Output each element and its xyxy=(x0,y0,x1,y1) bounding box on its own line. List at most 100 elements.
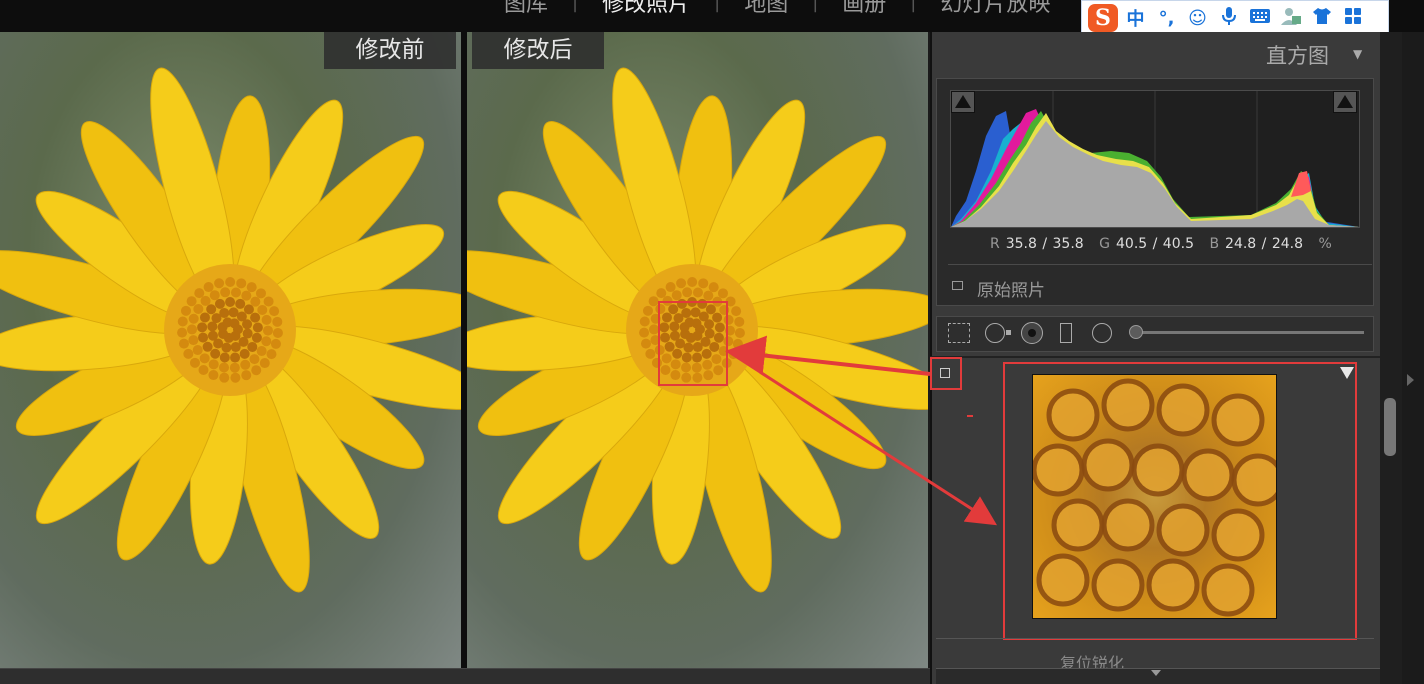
brush-slider[interactable] xyxy=(1136,331,1364,334)
original-photo-label[interactable]: 原始照片 xyxy=(977,276,1045,301)
floret xyxy=(219,352,230,363)
floret xyxy=(203,282,214,293)
floret xyxy=(255,288,266,299)
floret xyxy=(192,345,203,356)
floret xyxy=(180,305,191,316)
right-gutter xyxy=(1402,32,1424,684)
after-label: 修改后 xyxy=(472,32,604,69)
panel-scrollbar[interactable] xyxy=(1380,32,1402,684)
graduated-filter-icon[interactable] xyxy=(1060,323,1072,343)
floret xyxy=(214,278,225,289)
floret xyxy=(639,316,650,327)
red-value: 35.8 / 35.8 xyxy=(1005,236,1084,252)
floret xyxy=(208,359,219,370)
ime-emoji-icon[interactable]: ☺ xyxy=(1184,8,1211,29)
photo-before[interactable]: 修改前 xyxy=(0,32,461,668)
floret xyxy=(252,322,263,333)
histogram[interactable] xyxy=(950,90,1360,228)
original-photo-checkbox[interactable] xyxy=(952,281,963,290)
floret xyxy=(236,278,247,289)
zoomed-floret xyxy=(1156,383,1210,437)
clipping-triangle-icon xyxy=(1337,95,1353,108)
floret xyxy=(256,346,267,357)
floret xyxy=(246,282,257,293)
floret xyxy=(230,352,241,363)
floret xyxy=(220,287,231,298)
histogram-title[interactable]: 直方图 xyxy=(1266,40,1329,70)
clipping-triangle-icon xyxy=(955,95,971,108)
spot-removal-icon[interactable] xyxy=(985,323,1005,343)
zoomed-floret xyxy=(1033,443,1085,497)
sogou-logo-icon[interactable]: S xyxy=(1088,4,1118,32)
user-icon[interactable] xyxy=(1277,6,1304,31)
keyboard-icon[interactable] xyxy=(1246,8,1273,29)
floret xyxy=(208,370,219,381)
mic-icon[interactable] xyxy=(1215,6,1242,31)
zoomed-floret xyxy=(1101,378,1155,432)
floret xyxy=(708,282,719,293)
floret xyxy=(183,348,194,359)
histogram-collapse-icon[interactable]: ▼ xyxy=(1353,47,1362,61)
floret xyxy=(210,348,221,359)
target-adjustment-icon xyxy=(940,368,950,378)
floret xyxy=(219,362,230,373)
red-eye-pupil-icon xyxy=(1028,329,1036,337)
brush-slider-knob[interactable] xyxy=(1129,325,1143,339)
floret xyxy=(188,313,199,324)
panel-scroll-thumb[interactable] xyxy=(1384,398,1396,456)
floret xyxy=(240,359,251,370)
zoom-region-box xyxy=(658,301,728,386)
zoomed-floret xyxy=(1201,563,1255,617)
grid-icon[interactable] xyxy=(1339,7,1366,30)
module-picker: 图库 | 修改照片 | 地图 | 画册 | 幻灯片放映 xyxy=(480,0,1074,18)
floret xyxy=(261,336,272,347)
floret xyxy=(187,324,198,335)
zoomed-floret xyxy=(1211,393,1265,447)
module-book[interactable]: 画册 xyxy=(818,0,910,18)
collapse-panel-arrow-icon[interactable] xyxy=(1407,374,1414,386)
floret xyxy=(692,287,703,298)
ime-toolbar: S 中 °, ☺ xyxy=(1081,0,1389,36)
shirt-icon[interactable] xyxy=(1308,7,1335,30)
floret xyxy=(263,296,274,307)
floret xyxy=(250,312,261,323)
floret xyxy=(734,316,745,327)
shadow-clipping-toggle[interactable] xyxy=(951,91,975,113)
floret xyxy=(642,305,653,316)
floret xyxy=(698,278,709,289)
filmstrip-edge xyxy=(0,668,930,684)
floret xyxy=(734,327,745,338)
floret xyxy=(225,297,236,308)
module-slideshow[interactable]: 幻灯片放映 xyxy=(916,0,1074,18)
module-develop[interactable]: 修改照片 xyxy=(578,0,714,18)
highlight-clipping-toggle[interactable] xyxy=(1333,91,1357,113)
zoomed-floret xyxy=(1091,558,1145,612)
floret xyxy=(207,330,218,341)
floret xyxy=(261,314,272,325)
floret xyxy=(194,288,205,299)
green-value: 40.5 / 40.5 xyxy=(1116,236,1194,252)
floret xyxy=(209,290,220,301)
floret xyxy=(243,304,254,315)
floret xyxy=(247,341,258,352)
module-map[interactable]: 地图 xyxy=(720,0,812,18)
floret xyxy=(198,365,209,376)
floret xyxy=(235,298,246,309)
ime-chinese-mode[interactable]: 中 xyxy=(1122,5,1149,31)
floret xyxy=(239,348,250,359)
panel-expand-icon[interactable] xyxy=(1151,670,1161,676)
module-library[interactable]: 图库 xyxy=(480,0,572,18)
floret xyxy=(269,306,280,317)
zoomed-flower-center xyxy=(1033,378,1276,617)
floret xyxy=(241,370,252,381)
radial-filter-icon[interactable] xyxy=(1092,323,1112,343)
detail-zoom-preview[interactable] xyxy=(1032,374,1277,619)
floret xyxy=(186,296,197,307)
floret xyxy=(717,288,728,299)
ime-punctuation[interactable]: °, xyxy=(1153,8,1180,29)
floret xyxy=(272,316,283,327)
detail-collapse-icon[interactable] xyxy=(1340,367,1354,379)
zoomed-floret xyxy=(1231,453,1276,507)
floret xyxy=(229,362,240,373)
crop-overlay-icon[interactable] xyxy=(948,323,970,343)
